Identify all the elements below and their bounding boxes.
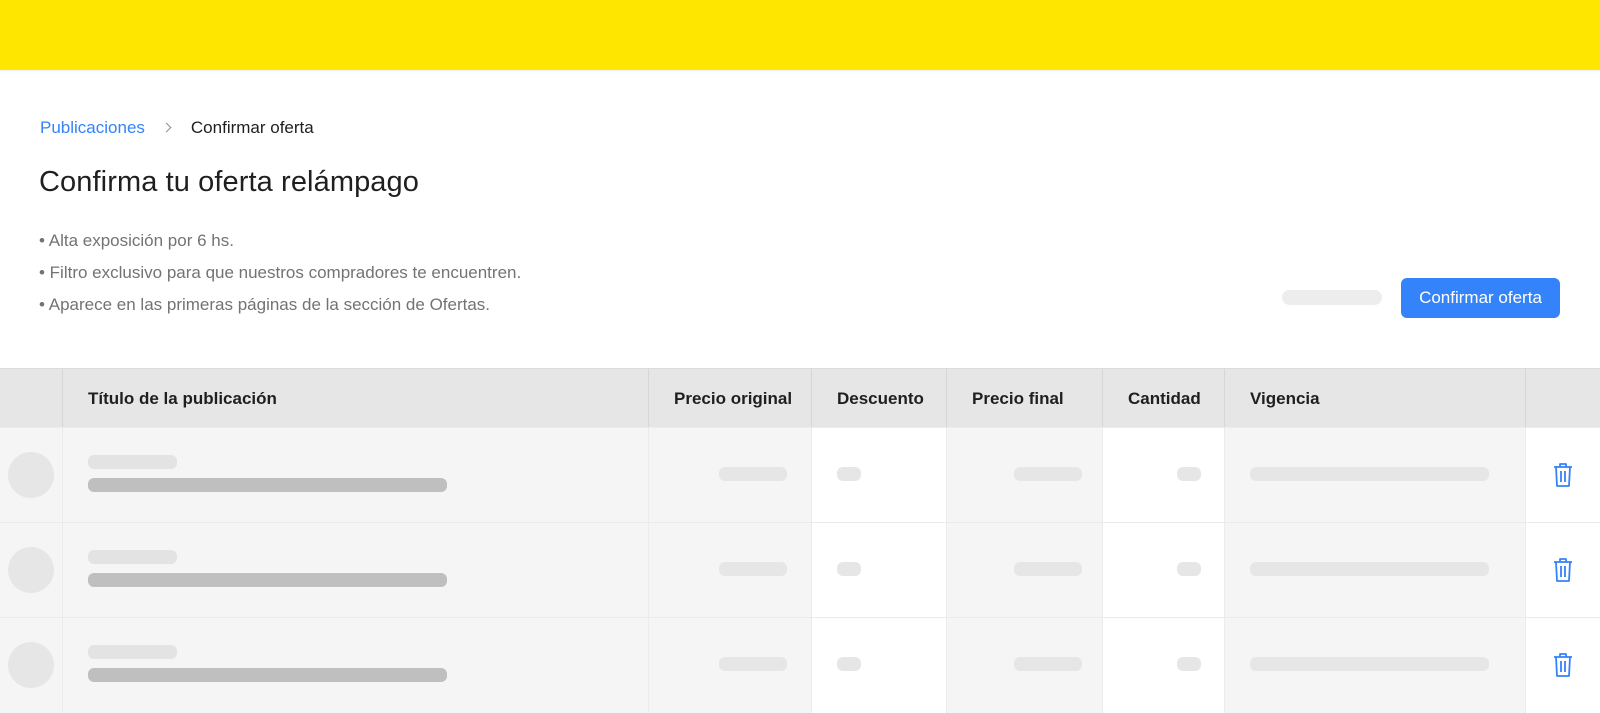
thumbnail-cell xyxy=(0,523,62,618)
discount-cell xyxy=(811,618,946,713)
final-price-cell xyxy=(946,428,1102,523)
validity-cell xyxy=(1224,618,1525,713)
confirm-offer-button[interactable]: Confirmar oferta xyxy=(1401,278,1560,318)
breadcrumb-current: Confirmar oferta xyxy=(190,118,314,137)
page-title: Confirma tu oferta relámpago xyxy=(39,166,419,198)
text-placeholder xyxy=(88,478,447,492)
value-placeholder xyxy=(1250,562,1489,576)
text-placeholder xyxy=(88,668,447,682)
original-price-cell xyxy=(648,618,811,713)
discount-cell xyxy=(811,523,946,618)
benefit-item: • Alta exposición por 6 hs. xyxy=(39,231,234,250)
value-placeholder xyxy=(1177,562,1201,576)
column-header-actions xyxy=(1525,369,1600,428)
table-header: Título de la publicación Precio original… xyxy=(0,368,1600,428)
avatar-placeholder xyxy=(8,547,54,593)
value-placeholder xyxy=(719,467,787,481)
text-placeholder xyxy=(88,645,177,659)
value-placeholder xyxy=(1014,562,1082,576)
thumbnail-cell xyxy=(0,618,62,713)
discount-cell xyxy=(811,428,946,523)
original-price-cell xyxy=(648,428,811,523)
column-header-validity: Vigencia xyxy=(1224,369,1525,428)
title-cell xyxy=(62,523,648,618)
trash-icon[interactable] xyxy=(1552,652,1574,678)
title-cell xyxy=(62,428,648,523)
offers-table: Título de la publicación Precio original… xyxy=(0,368,1600,713)
quantity-cell xyxy=(1102,428,1224,523)
breadcrumb-link-publicaciones[interactable]: Publicaciones xyxy=(40,118,145,138)
column-header-final-price: Precio final xyxy=(946,369,1102,428)
value-placeholder xyxy=(1250,657,1489,671)
text-placeholder xyxy=(88,550,177,564)
value-placeholder xyxy=(1014,657,1082,671)
value-placeholder xyxy=(837,657,861,671)
benefit-item: • Aparece en las primeras páginas de la … xyxy=(39,295,491,314)
column-header-discount: Descuento xyxy=(811,369,946,428)
table-row xyxy=(0,617,1600,713)
value-placeholder xyxy=(719,657,787,671)
avatar-placeholder xyxy=(8,642,54,688)
quantity-cell xyxy=(1102,523,1224,618)
value-placeholder xyxy=(1177,657,1201,671)
breadcrumb: Publicaciones Confirmar oferta xyxy=(40,117,314,139)
final-price-cell xyxy=(946,523,1102,618)
column-header-quantity: Cantidad xyxy=(1102,369,1224,428)
value-placeholder xyxy=(837,467,861,481)
benefits-list: • Alta exposición por 6 hs. • Filtro exc… xyxy=(39,230,521,326)
chevron-right-icon xyxy=(159,119,177,137)
validity-cell xyxy=(1224,428,1525,523)
trash-icon[interactable] xyxy=(1552,557,1574,583)
column-header-thumbnail xyxy=(0,369,62,428)
thumbnail-cell xyxy=(0,428,62,523)
column-header-title: Título de la publicación xyxy=(62,369,648,428)
value-placeholder xyxy=(1250,467,1489,481)
top-header-bar xyxy=(0,0,1600,70)
value-placeholder xyxy=(1014,467,1082,481)
text-placeholder xyxy=(88,455,177,469)
original-price-cell xyxy=(648,523,811,618)
validity-cell xyxy=(1224,523,1525,618)
avatar-placeholder xyxy=(8,452,54,498)
loading-placeholder xyxy=(1282,290,1382,305)
quantity-cell xyxy=(1102,618,1224,713)
table-row xyxy=(0,427,1600,523)
trash-icon[interactable] xyxy=(1552,462,1574,488)
value-placeholder xyxy=(1177,467,1201,481)
final-price-cell xyxy=(946,618,1102,713)
table-row xyxy=(0,522,1600,618)
value-placeholder xyxy=(719,562,787,576)
value-placeholder xyxy=(837,562,861,576)
title-cell xyxy=(62,618,648,713)
text-placeholder xyxy=(88,573,447,587)
benefit-item: • Filtro exclusivo para que nuestros com… xyxy=(39,263,522,282)
column-header-original-price: Precio original xyxy=(648,369,811,428)
